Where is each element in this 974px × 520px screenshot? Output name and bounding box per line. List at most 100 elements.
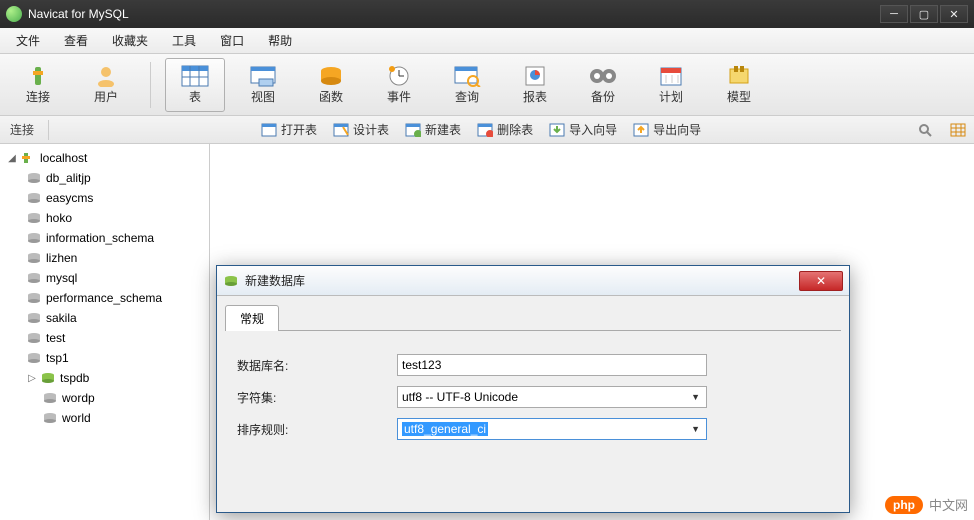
watermark-badge: php — [885, 496, 923, 514]
tree-item[interactable]: test — [0, 328, 209, 348]
dialog-form: 数据库名: 字符集: utf8 -- UTF-8 Unicode ▼ 排序规则:… — [225, 343, 841, 451]
grid-view-button[interactable] — [942, 121, 974, 139]
table-icon — [181, 64, 209, 88]
tab-general[interactable]: 常规 — [225, 305, 279, 331]
import-wizard-button[interactable]: 导入向导 — [541, 119, 625, 140]
toolbar-plan[interactable]: 计划 — [641, 58, 701, 112]
dialog-close-button[interactable]: ✕ — [799, 271, 843, 291]
toolbar-event-label: 事件 — [387, 88, 411, 105]
menu-help[interactable]: 帮助 — [256, 28, 304, 53]
toolbar-user[interactable]: 用户 — [76, 58, 136, 112]
database-icon — [42, 411, 58, 425]
toolbar-model[interactable]: 模型 — [709, 58, 769, 112]
menu-file[interactable]: 文件 — [4, 28, 52, 53]
clock-icon — [385, 64, 413, 88]
menu-favorites[interactable]: 收藏夹 — [100, 28, 160, 53]
menu-tools[interactable]: 工具 — [160, 28, 208, 53]
database-icon — [26, 211, 42, 225]
subbar-label: 连接 — [0, 121, 44, 138]
dialog-title: 新建数据库 — [245, 272, 799, 289]
delete-table-button[interactable]: 删除表 — [469, 119, 541, 140]
db-name-label: 数据库名: — [237, 357, 397, 374]
toolbar-report[interactable]: 报表 — [505, 58, 565, 112]
main-toolbar: 连接 用户 表 视图 函数 事件 查询 报表 — [0, 54, 974, 116]
table-design-icon — [333, 123, 349, 137]
window-title: Navicat for MySQL — [28, 7, 880, 21]
toolbar-backup[interactable]: 备份 — [573, 58, 633, 112]
report-icon — [521, 64, 549, 88]
import-icon — [549, 123, 565, 137]
toolbar-function[interactable]: 函数 — [301, 58, 361, 112]
tree-item[interactable]: wordp — [0, 388, 209, 408]
view-icon — [249, 64, 277, 88]
plug-icon — [24, 64, 52, 88]
dialog-body: 常规 数据库名: 字符集: utf8 -- UTF-8 Unicode ▼ 排序… — [217, 296, 849, 512]
charset-combo[interactable]: utf8 -- UTF-8 Unicode ▼ — [397, 386, 707, 408]
tree-root-localhost[interactable]: ◢ localhost — [0, 148, 209, 168]
divider — [150, 62, 151, 108]
close-button[interactable]: ✕ — [940, 5, 968, 23]
menu-view[interactable]: 查看 — [52, 28, 100, 53]
minimize-button[interactable]: ─ — [880, 5, 908, 23]
maximize-button[interactable]: ▢ — [910, 5, 938, 23]
expander-icon[interactable]: ▷ — [26, 372, 38, 384]
watermark: php 中文网 — [885, 495, 968, 514]
tree-item[interactable]: information_schema — [0, 228, 209, 248]
database-open-icon — [40, 371, 56, 385]
tree-item[interactable]: lizhen — [0, 248, 209, 268]
toolbar-event[interactable]: 事件 — [369, 58, 429, 112]
toolbar-connect-label: 连接 — [26, 88, 50, 105]
app-icon — [6, 6, 22, 22]
dialog-titlebar[interactable]: 新建数据库 ✕ — [217, 266, 849, 296]
tree-item[interactable]: easycms — [0, 188, 209, 208]
toolbar-function-label: 函数 — [319, 88, 343, 105]
export-wizard-button[interactable]: 导出向导 — [625, 119, 709, 140]
collation-combo[interactable]: utf8_general_ci ▼ — [397, 418, 707, 440]
toolbar-table[interactable]: 表 — [165, 58, 225, 112]
database-add-icon — [223, 273, 239, 289]
toolbar-query[interactable]: 查询 — [437, 58, 497, 112]
tree-item-tspdb[interactable]: ▷tspdb — [0, 368, 209, 388]
database-icon — [26, 191, 42, 205]
db-name-input[interactable] — [397, 354, 707, 376]
chevron-down-icon: ▼ — [691, 392, 702, 402]
calendar-icon — [657, 64, 685, 88]
tree-item[interactable]: sakila — [0, 308, 209, 328]
toolbar-connect[interactable]: 连接 — [8, 58, 68, 112]
tree-item[interactable]: mysql — [0, 268, 209, 288]
backup-icon — [589, 64, 617, 88]
tree-item[interactable]: hoko — [0, 208, 209, 228]
toolbar-view[interactable]: 视图 — [233, 58, 293, 112]
database-icon — [26, 311, 42, 325]
tree-item[interactable]: world — [0, 408, 209, 428]
database-icon — [42, 391, 58, 405]
open-table-button[interactable]: 打开表 — [253, 119, 325, 140]
design-table-button[interactable]: 设计表 — [325, 119, 397, 140]
table-delete-icon — [477, 123, 493, 137]
menubar: 文件 查看 收藏夹 工具 窗口 帮助 — [0, 28, 974, 54]
tree-item[interactable]: db_alitjp — [0, 168, 209, 188]
server-icon — [20, 151, 36, 165]
export-icon — [633, 123, 649, 137]
watermark-text: 中文网 — [929, 495, 968, 514]
toolbar-report-label: 报表 — [523, 88, 547, 105]
search-button[interactable] — [910, 121, 942, 139]
toolbar-backup-label: 备份 — [591, 88, 615, 105]
database-icon — [26, 271, 42, 285]
chevron-down-icon: ▼ — [691, 424, 702, 434]
database-icon — [26, 351, 42, 365]
toolbar-plan-label: 计划 — [659, 88, 683, 105]
tree-item[interactable]: tsp1 — [0, 348, 209, 368]
grid-icon — [950, 123, 966, 137]
toolbar-table-label: 表 — [189, 88, 201, 105]
database-icon — [26, 331, 42, 345]
toolbar-model-label: 模型 — [727, 88, 751, 105]
database-icon — [26, 231, 42, 245]
new-table-button[interactable]: 新建表 — [397, 119, 469, 140]
expander-icon[interactable]: ◢ — [6, 152, 18, 164]
function-icon — [317, 64, 345, 88]
tree-item[interactable]: performance_schema — [0, 288, 209, 308]
model-icon — [725, 64, 753, 88]
dialog-tabs: 常规 — [225, 304, 841, 331]
menu-window[interactable]: 窗口 — [208, 28, 256, 53]
